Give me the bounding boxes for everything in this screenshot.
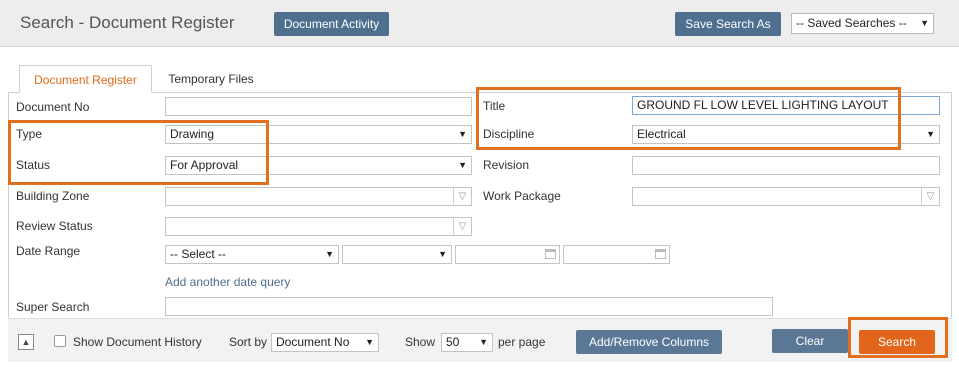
page-size-value: 50 xyxy=(446,335,460,349)
document-activity-button[interactable]: Document Activity xyxy=(274,12,389,36)
tab-divider xyxy=(152,92,952,93)
show-history-checkbox[interactable] xyxy=(54,335,66,347)
page-header: Search - Document Register Document Acti… xyxy=(0,0,959,47)
search-footer: ▲ Show Document History Sort by Document… xyxy=(8,318,952,362)
status-select[interactable]: For Approval ▼ xyxy=(165,156,472,175)
chevron-down-icon: ▼ xyxy=(926,129,935,139)
chevron-down-icon: ▼ xyxy=(920,18,929,28)
chevron-down-icon: ▼ xyxy=(325,249,334,259)
save-search-as-button[interactable]: Save Search As xyxy=(675,12,781,36)
document-no-label: Document No xyxy=(16,100,90,114)
status-value: For Approval xyxy=(170,158,239,172)
date-to-input[interactable] xyxy=(563,245,670,264)
search-button[interactable]: Search xyxy=(859,330,935,354)
super-search-label: Super Search xyxy=(16,300,90,314)
filter-icon[interactable]: ▽ xyxy=(453,218,471,235)
tab-divider-left xyxy=(8,92,19,93)
review-status-label: Review Status xyxy=(16,219,93,233)
calendar-icon[interactable] xyxy=(545,249,556,259)
discipline-label: Discipline xyxy=(483,127,535,141)
title-input[interactable]: GROUND FL LOW LEVEL LIGHTING LAYOUT xyxy=(632,96,940,115)
discipline-select[interactable]: Electrical ▼ xyxy=(632,125,940,144)
date-range-label: Date Range xyxy=(16,244,81,258)
collapse-up-icon[interactable]: ▲ xyxy=(18,334,34,350)
chevron-down-icon: ▼ xyxy=(479,337,488,347)
discipline-value: Electrical xyxy=(637,127,686,141)
date-range-select[interactable]: -- Select -- ▼ xyxy=(165,245,339,264)
status-label: Status xyxy=(16,158,51,172)
super-search-input[interactable] xyxy=(165,297,773,316)
document-no-input[interactable] xyxy=(165,97,472,116)
chevron-down-icon: ▼ xyxy=(458,129,467,139)
per-page-label: per page xyxy=(498,335,546,349)
revision-label: Revision xyxy=(483,158,530,172)
show-label: Show xyxy=(405,335,436,349)
sort-by-select[interactable]: Document No ▼ xyxy=(271,333,379,352)
type-value: Drawing xyxy=(170,127,215,141)
work-package-label: Work Package xyxy=(483,189,561,203)
clear-button[interactable]: Clear xyxy=(772,329,848,353)
building-zone-label: Building Zone xyxy=(16,189,90,203)
show-history-label: Show Document History xyxy=(73,335,202,349)
saved-searches-select[interactable]: -- Saved Searches -- ▼ xyxy=(791,13,934,34)
add-remove-columns-button[interactable]: Add/Remove Columns xyxy=(576,330,722,354)
type-select[interactable]: Drawing ▼ xyxy=(165,125,472,144)
add-date-query-link[interactable]: Add another date query xyxy=(165,275,290,289)
calendar-icon[interactable] xyxy=(655,249,666,259)
date-range-operator-select[interactable]: ▼ xyxy=(342,245,452,264)
chevron-down-icon: ▼ xyxy=(365,337,374,347)
work-package-input[interactable]: ▽ xyxy=(632,187,940,206)
revision-input[interactable] xyxy=(632,156,940,175)
type-label: Type xyxy=(16,127,43,141)
date-from-input[interactable] xyxy=(455,245,560,264)
building-zone-input[interactable]: ▽ xyxy=(165,187,472,206)
saved-searches-value: -- Saved Searches -- xyxy=(796,16,907,30)
sort-by-label: Sort by xyxy=(229,335,268,349)
title-label: Title xyxy=(483,99,506,113)
sort-by-value: Document No xyxy=(276,335,350,349)
date-range-select-value: -- Select -- xyxy=(170,247,227,261)
page-title: Search - Document Register xyxy=(20,13,235,32)
tab-temporary-files[interactable]: Temporary Files xyxy=(155,65,267,93)
review-status-input[interactable]: ▽ xyxy=(165,217,472,236)
tab-document-register[interactable]: Document Register xyxy=(19,65,152,93)
filter-icon[interactable]: ▽ xyxy=(453,188,471,205)
chevron-down-icon: ▼ xyxy=(458,160,467,170)
chevron-down-icon: ▼ xyxy=(438,249,447,259)
filter-icon[interactable]: ▽ xyxy=(921,188,939,205)
page-size-select[interactable]: 50 ▼ xyxy=(441,333,493,352)
